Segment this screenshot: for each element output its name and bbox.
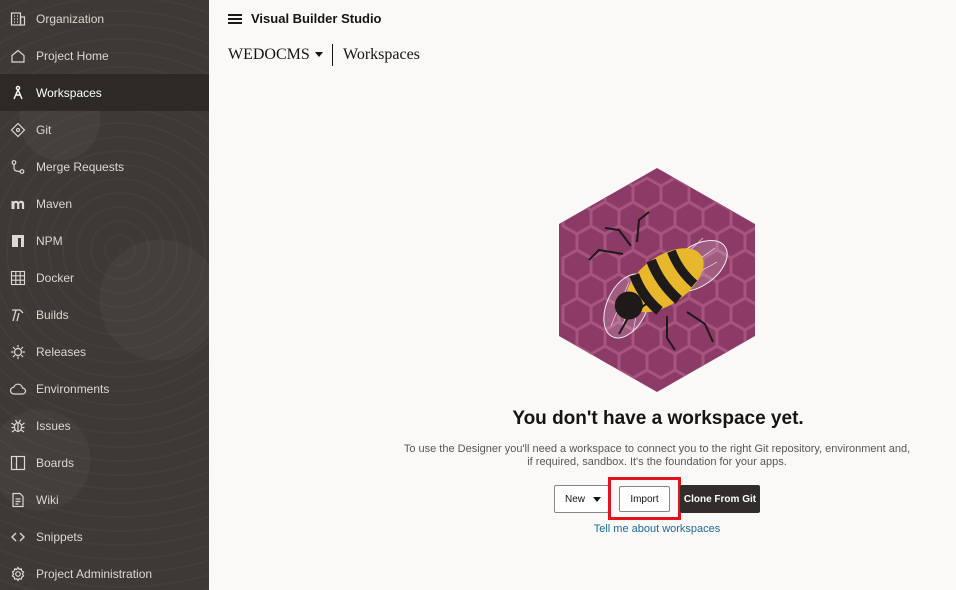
cloud-icon: [10, 381, 26, 397]
git-icon: [10, 122, 26, 138]
sidebar-item-label: Snippets: [36, 529, 83, 544]
sidebar-item-maven[interactable]: Maven: [0, 185, 209, 222]
sidebar-item-label: Boards: [36, 455, 75, 470]
sidebar-item-workspaces[interactable]: Workspaces: [0, 74, 209, 111]
sidebar-item-project-home[interactable]: Project Home: [0, 37, 209, 74]
sidebar-item-label: Releases: [36, 344, 87, 359]
npm-icon: [10, 233, 26, 249]
sidebar-item-label: Merge Requests: [36, 159, 125, 174]
bug-icon: [10, 418, 26, 434]
chevron-down-icon: [593, 497, 601, 502]
bee-illustration: [557, 166, 757, 394]
sidebar-item-label: Docker: [36, 270, 75, 285]
code-icon: [10, 529, 26, 545]
sidebar-item-label: NPM: [36, 233, 63, 248]
builds-icon: [10, 307, 26, 323]
new-workspace-button[interactable]: New: [554, 485, 609, 513]
sidebar-item-label: Maven: [36, 196, 73, 211]
sidebar-item-wiki[interactable]: Wiki: [0, 481, 209, 518]
sidebar-item-issues[interactable]: Issues: [0, 407, 209, 444]
sidebar-item-label: Builds: [36, 307, 69, 322]
sidebar-item-boards[interactable]: Boards: [0, 444, 209, 481]
sidebar-item-label: Project Home: [36, 48, 109, 63]
app-title: Visual Builder Studio: [251, 11, 382, 26]
sidebar-item-merge-requests[interactable]: Merge Requests: [0, 148, 209, 185]
new-button-label: New: [565, 493, 586, 505]
sidebar-item-releases[interactable]: Releases: [0, 333, 209, 370]
sidebar-item-builds[interactable]: Builds: [0, 296, 209, 333]
gear-icon: [10, 565, 26, 582]
chevron-down-icon[interactable]: [315, 52, 323, 57]
sidebar-item-organization[interactable]: Organization: [0, 0, 209, 37]
maven-icon: [10, 196, 26, 212]
hamburger-menu-button[interactable]: [228, 12, 242, 26]
merge-requests-icon: [10, 159, 26, 175]
project-selector[interactable]: WEDOCMS: [228, 46, 310, 64]
sidebar-item-docker[interactable]: Docker: [0, 259, 209, 296]
sidebar-item-snippets[interactable]: Snippets: [0, 518, 209, 555]
breadcrumb-divider: [332, 44, 333, 66]
docker-icon: [10, 270, 26, 286]
sidebar-item-label: Organization: [36, 11, 105, 26]
sidebar: Organization Project Home Workspaces Git…: [0, 0, 209, 590]
sidebar-item-project-administration[interactable]: Project Administration: [0, 555, 209, 590]
sidebar-item-label: Issues: [36, 418, 71, 433]
boards-icon: [10, 455, 26, 471]
import-button[interactable]: Import: [619, 486, 670, 512]
empty-state-title: You don't have a workspace yet.: [512, 408, 804, 429]
workspaces-icon: [10, 85, 26, 101]
menu-icon: [228, 14, 242, 16]
sidebar-item-label: Project Administration: [36, 566, 153, 581]
sidebar-item-label: Workspaces: [36, 85, 102, 100]
sidebar-item-label: Git: [36, 122, 52, 137]
releases-icon: [10, 344, 26, 360]
clone-from-git-button[interactable]: Clone From Git: [680, 485, 760, 513]
page-title: Workspaces: [343, 46, 420, 63]
sidebar-item-label: Environments: [36, 381, 110, 396]
home-icon: [10, 48, 26, 64]
sidebar-item-git[interactable]: Git: [0, 111, 209, 148]
organization-icon: [10, 11, 26, 27]
wiki-icon: [10, 492, 26, 508]
workspaces-help-link[interactable]: Tell me about workspaces: [557, 523, 757, 535]
empty-state-description: To use the Designer you'll need a worksp…: [403, 443, 911, 468]
sidebar-item-environments[interactable]: Environments: [0, 370, 209, 407]
sidebar-item-npm[interactable]: NPM: [0, 222, 209, 259]
sidebar-item-label: Wiki: [36, 492, 59, 507]
